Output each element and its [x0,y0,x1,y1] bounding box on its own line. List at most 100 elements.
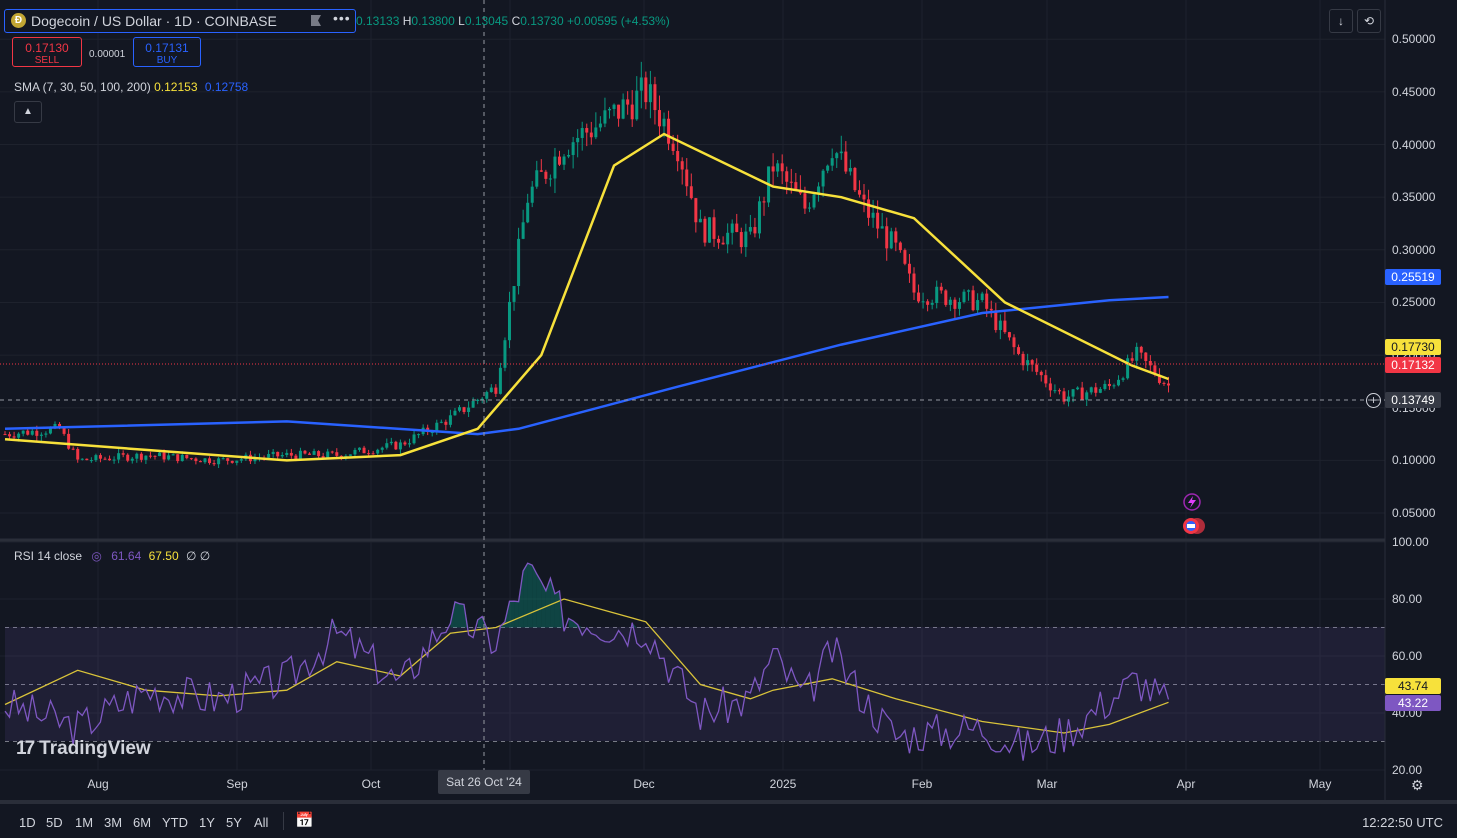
clock: 12:22:50 UTC [1362,815,1443,830]
timeframe-button-ytd[interactable]: YTD [162,815,188,830]
candle [471,400,475,408]
candle [44,433,48,435]
candle [917,292,921,302]
candle [121,453,125,455]
last-price-tag: 0.17132 [1385,357,1441,373]
candle [685,169,689,187]
candle [394,441,398,450]
timeframe-button-3m[interactable]: 3M [104,815,122,830]
candle [630,104,634,120]
candle [689,186,693,199]
candle [321,456,325,458]
candle [280,455,284,457]
timeframe-button-5y[interactable]: 5Y [226,815,242,830]
candle [839,151,843,154]
add-alert-icon[interactable]: + [1366,393,1381,408]
candle [717,238,721,243]
buy-button[interactable]: 0.17131 BUY [133,37,201,67]
candle [1167,383,1171,386]
time-tick-label: Aug [87,777,109,791]
candle [230,460,234,463]
rsi-legend[interactable]: RSI 14 close ◎ 61.64 67.50 ∅ ∅ [14,549,210,563]
candle [1103,383,1107,389]
candle [76,449,80,460]
candle [89,460,93,462]
candle [476,399,480,401]
candle [726,232,730,245]
candle [126,454,130,461]
candle [26,430,30,435]
timeframe-button-1d[interactable]: 1D [19,815,36,830]
candle [80,458,84,460]
rsi-settings-icon[interactable]: ◎ [91,549,101,563]
chart-canvas[interactable] [0,0,1457,834]
candle [762,201,766,203]
candle [580,128,584,138]
candle [612,104,616,109]
candle [239,459,243,461]
candle [1012,337,1016,348]
candle [1048,383,1052,391]
buy-label: BUY [156,55,178,66]
candle [921,301,925,303]
timeframe-button-all[interactable]: All [254,815,268,830]
candle [557,156,561,165]
candle [562,156,566,165]
time-tick-label: Apr [1176,777,1196,791]
candle [853,167,857,191]
candle [198,461,202,463]
candle [171,454,175,456]
candle [494,387,498,394]
rsi-fill-segment [554,590,560,628]
sell-button[interactable]: 0.17130 SELL [12,37,82,67]
candle [158,452,162,457]
rsi-fill-segment [459,603,465,628]
candle [153,455,157,457]
candle [1089,387,1093,393]
candle [889,231,893,249]
candle [776,163,780,172]
sma-legend[interactable]: SMA (7, 30, 50, 100, 200) 0.12153 0.1275… [14,80,248,94]
more-icon[interactable]: ••• [333,10,351,26]
candle [98,455,102,459]
candle [462,407,466,413]
spread: 0.00001 [89,49,126,60]
candle [189,458,193,460]
candle [176,454,180,462]
timeframe-button-1y[interactable]: 1Y [199,815,215,830]
candle [780,163,784,172]
candle [721,242,725,245]
time-tick-label: Sep [226,777,248,791]
date-range-icon[interactable]: 📅 [295,811,314,829]
rsi-tick-label: 20.00 [1392,763,1423,777]
candle [1044,375,1048,384]
collapse-legend-button[interactable]: ▲ [14,101,42,123]
candle [1003,320,1007,333]
candle [526,202,530,223]
candle [144,455,148,460]
fullscreen-icon[interactable]: ⟲ [1357,9,1381,33]
candle [194,458,198,462]
candle [467,407,471,413]
price-tick-label: 0.30000 [1392,242,1436,257]
candle [458,407,461,411]
candle [607,108,611,111]
settings-gear-icon[interactable]: ⚙ [1411,777,1424,794]
candle [712,217,716,239]
flag-icon[interactable] [311,15,321,26]
timeframe-button-6m[interactable]: 6M [133,815,151,830]
symbol-selector[interactable]: Ð Dogecoin / US Dollar · 1D · COINBASE •… [4,9,356,33]
candle [448,415,452,425]
candle [894,231,898,243]
candle [17,433,21,438]
candle [962,291,966,303]
dogecoin-icon: Ð [11,13,26,28]
candle [294,455,298,460]
candle [835,153,839,159]
timeframe-button-1m[interactable]: 1M [75,815,93,830]
download-icon[interactable]: ↓ [1329,9,1353,33]
candle [371,453,375,455]
timeframe-button-5d[interactable]: 5D [46,815,63,830]
price-tick-label: 0.10000 [1392,453,1436,468]
candle [3,434,7,436]
